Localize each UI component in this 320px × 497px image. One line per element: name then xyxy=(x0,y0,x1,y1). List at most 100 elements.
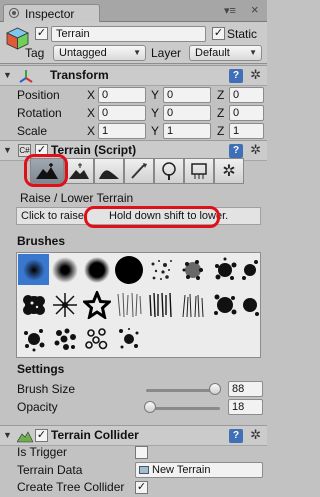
transform-title: Transform xyxy=(50,68,109,82)
brushes-heading: Brushes xyxy=(17,234,66,248)
position-label: Position xyxy=(17,88,60,102)
scale-y-field[interactable]: 1 xyxy=(163,123,211,139)
place-trees-icon[interactable] xyxy=(154,158,184,184)
tool-name-label: Raise / Lower Terrain xyxy=(20,191,134,205)
brush-palette xyxy=(16,252,261,358)
rotation-z-field[interactable]: 0 xyxy=(229,105,264,121)
brush-size-slider-thumb[interactable] xyxy=(208,383,221,395)
axis-y-label: Y xyxy=(151,106,160,120)
terrain-collider-enabled-checkbox[interactable]: ✓ xyxy=(35,429,48,442)
opacity-slider-thumb[interactable] xyxy=(144,401,157,413)
layer-label: Layer xyxy=(151,46,182,60)
fold-arrow-icon[interactable]: ▼ xyxy=(3,430,12,440)
rotation-y-field[interactable]: 0 xyxy=(163,105,211,121)
terrain-data-field[interactable]: New Terrain xyxy=(135,462,263,478)
fold-arrow-icon[interactable]: ▼ xyxy=(3,70,12,80)
brush-splatter[interactable] xyxy=(209,254,240,285)
layer-value: Default xyxy=(195,47,230,59)
terrain-settings-icon[interactable]: ✲ xyxy=(214,158,244,184)
brush-grass[interactable] xyxy=(177,289,208,320)
brush-partial[interactable] xyxy=(239,254,261,285)
scale-z-field[interactable]: 1 xyxy=(229,123,264,139)
tag-dropdown[interactable]: Untagged ▼ xyxy=(53,45,146,61)
brush-rings[interactable] xyxy=(81,323,112,354)
gear-icon[interactable]: ✲ xyxy=(250,142,261,158)
inspector-icon xyxy=(9,8,19,18)
rotation-label: Rotation xyxy=(17,106,62,120)
close-icon[interactable]: × xyxy=(251,2,259,17)
brush-hard-round[interactable] xyxy=(113,254,144,285)
position-y-field[interactable]: 0 xyxy=(163,87,211,103)
opacity-slider[interactable] xyxy=(146,407,220,410)
brush-soft-large[interactable] xyxy=(81,254,112,285)
axis-z-label: Z xyxy=(217,106,225,120)
active-tool-highlight xyxy=(24,154,68,187)
tab-inspector-label: Inspector xyxy=(25,7,75,21)
chevron-down-icon: ▼ xyxy=(133,48,141,57)
paint-texture-icon[interactable] xyxy=(124,158,154,184)
help-icon[interactable]: ? xyxy=(229,69,243,83)
transform-header[interactable]: ▼ Transform ? ✲ xyxy=(0,65,267,86)
help-icon[interactable]: ? xyxy=(229,144,243,158)
tag-value: Untagged xyxy=(59,47,107,59)
position-z-field[interactable]: 0 xyxy=(229,87,264,103)
brush-scatter[interactable] xyxy=(113,323,144,354)
axis-x-label: X xyxy=(87,106,96,120)
brush-star-outline[interactable] xyxy=(81,289,112,320)
axis-x-label: X xyxy=(87,124,96,138)
tab-inspector[interactable]: Inspector xyxy=(3,4,100,22)
brush-rough[interactable] xyxy=(209,289,240,320)
gear-icon[interactable]: ✲ xyxy=(250,67,261,83)
object-name-field[interactable]: Terrain xyxy=(51,26,206,42)
brush-dots-sparse[interactable] xyxy=(145,254,176,285)
create-tree-collider-checkbox[interactable]: ✓ xyxy=(135,481,148,494)
position-x-field[interactable]: 0 xyxy=(98,87,146,103)
tag-label: Tag xyxy=(25,46,45,60)
terrain-data-value: New Terrain xyxy=(152,464,211,476)
settings-heading: Settings xyxy=(17,362,65,376)
scale-label: Scale xyxy=(17,124,48,138)
brush-dots-dense[interactable] xyxy=(177,254,208,285)
gear-icon[interactable]: ✲ xyxy=(250,427,261,443)
brush-speckle[interactable] xyxy=(18,323,49,354)
opacity-field[interactable]: 18 xyxy=(228,399,263,415)
brush-soft-medium[interactable] xyxy=(49,254,80,285)
gear-icon: ✲ xyxy=(222,163,236,180)
brush-noise-dark[interactable] xyxy=(145,289,176,320)
help-icon[interactable]: ? xyxy=(229,429,243,443)
axis-y-label: Y xyxy=(151,88,160,102)
panel-menu-icon[interactable]: ▾≡ xyxy=(224,4,236,17)
axis-z-label: Z xyxy=(217,88,225,102)
active-checkbox[interactable]: ✓ xyxy=(35,27,48,40)
axis-x-label: X xyxy=(87,88,96,102)
axis-z-label: Z xyxy=(217,124,225,138)
paint-height-icon[interactable] xyxy=(64,158,94,184)
tab-bar: Inspector ▾≡ × xyxy=(0,0,267,22)
terrain-collider-title: Terrain Collider xyxy=(51,428,139,442)
chevron-down-icon: ▼ xyxy=(249,48,257,57)
terrain-collider-header[interactable]: ▼ ✓ Terrain Collider ? ✲ xyxy=(0,425,267,446)
brush-size-field[interactable]: 88 xyxy=(228,381,263,397)
fold-arrow-icon[interactable]: ▼ xyxy=(3,145,12,155)
is-trigger-checkbox[interactable] xyxy=(135,446,148,459)
brush-rough-partial[interactable] xyxy=(239,289,261,320)
brush-soft-small-selected[interactable] xyxy=(18,254,49,285)
scale-x-field[interactable]: 1 xyxy=(98,123,146,139)
hint-highlight xyxy=(84,206,220,228)
opacity-label: Opacity xyxy=(17,400,58,414)
static-checkbox[interactable]: ✓ xyxy=(212,27,225,40)
paint-details-icon[interactable] xyxy=(184,158,214,184)
brush-star-burst[interactable] xyxy=(49,289,80,320)
terrain-collider-icon xyxy=(17,431,33,443)
brush-cloud[interactable] xyxy=(18,289,49,320)
smooth-height-icon[interactable] xyxy=(94,158,124,184)
layer-dropdown[interactable]: Default ▼ xyxy=(189,45,262,61)
rotation-x-field[interactable]: 0 xyxy=(98,105,146,121)
terrain-asset-icon xyxy=(139,466,149,474)
brush-noise-light[interactable] xyxy=(113,289,144,320)
axis-y-label: Y xyxy=(151,124,160,138)
hint-raise-text: Click to raise. xyxy=(21,210,88,222)
is-trigger-label: Is Trigger xyxy=(17,445,68,459)
brush-circles[interactable] xyxy=(49,323,80,354)
static-label: Static xyxy=(227,27,258,41)
